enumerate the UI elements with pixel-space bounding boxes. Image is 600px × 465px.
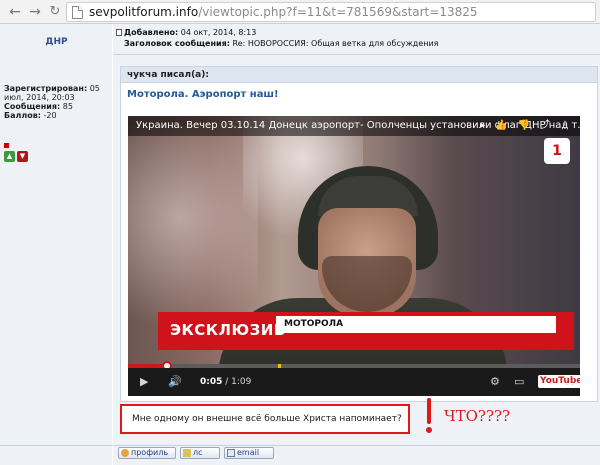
post-icon [116, 29, 122, 36]
exclamation-bar [427, 398, 431, 424]
url-host: sevpolitforum.info [89, 5, 199, 19]
profile-button[interactable]: профиль [118, 447, 176, 459]
channel-logo: 1 [544, 138, 570, 164]
added-value: 04 окт, 2014, 8:13 [180, 28, 257, 37]
post-header: Добавлено: 04 окт, 2014, 8:13 Заголовок … [114, 27, 600, 49]
page: ← → ↻ sevpolitforum.info/viewtopic.php?f… [0, 0, 600, 465]
url-path: /viewtopic.php?f=11&t=781569&start=13825 [198, 5, 478, 19]
flag-icon [4, 143, 9, 148]
reputation-down-icon[interactable]: ▼ [17, 151, 28, 162]
post-body: Добавлено: 04 окт, 2014, 8:13 Заголовок … [114, 24, 600, 465]
page-icon [72, 6, 83, 19]
fullscreen-icon[interactable]: ⛶ [566, 372, 574, 392]
email-button-label: email [237, 448, 260, 457]
divider [0, 445, 113, 446]
divider [114, 445, 600, 446]
registered-label: Зарегистрирован: [4, 84, 88, 93]
pm-button-label: лс [193, 448, 203, 457]
total-time: 1:09 [231, 377, 252, 387]
time-display: 0:05 / 1:09 [200, 377, 252, 387]
current-time: 0:05 [200, 377, 223, 387]
quote-author: чукча писал(а): [121, 67, 597, 83]
added-label: Добавлено: [124, 28, 179, 37]
address-bar[interactable]: sevpolitforum.info/viewtopic.php?f=11&t=… [66, 2, 596, 22]
quote-text: Моторола. Аэропорт наш! [127, 89, 279, 100]
messages-label: Сообщения: [4, 102, 61, 111]
exclamation-mark [426, 398, 432, 434]
email-icon [227, 449, 235, 457]
pm-button[interactable]: лс [180, 447, 220, 459]
subject-label: Заголовок сообщения: [124, 39, 230, 48]
profile-button-label: профиль [131, 448, 169, 457]
forum-post: ДНР Зарегистрирован: 05 июл, 2014, 20:03… [0, 24, 600, 465]
author-panel: ДНР Зарегистрирован: 05 июл, 2014, 20:03… [0, 24, 113, 465]
like-icon[interactable]: 👍 [495, 116, 507, 136]
quote-block: чукча писал(а): Моторола. Аэропорт наш! … [120, 66, 598, 402]
exclamation-dot [426, 427, 432, 433]
theater-icon[interactable]: ▭ [514, 372, 524, 392]
email-button[interactable]: email [224, 447, 274, 459]
annotation-text: ЧТО???? [444, 407, 511, 425]
reply-highlight: Мне одному он внешне всё больше Христа н… [120, 404, 410, 434]
reply-text: Мне одному он внешне всё больше Христа н… [132, 414, 402, 424]
message-icon [183, 449, 191, 457]
browser-toolbar: ← → ↻ sevpolitforum.info/viewtopic.php?f… [0, 0, 600, 24]
video-controls: ▶ 🔊 0:05 / 1:09 ⚙ ▭ YouTube ⛶ [128, 368, 580, 396]
forward-button[interactable]: → [26, 3, 44, 21]
url-text: sevpolitforum.info/viewtopic.php?f=11&t=… [89, 3, 478, 21]
volume-icon[interactable]: 🔊 [168, 372, 182, 392]
gear-icon[interactable]: ⚙ [490, 372, 500, 392]
profile-icon [121, 449, 129, 457]
author-profile-info: Зарегистрирован: 05 июл, 2014, 20:03 Соо… [4, 84, 110, 120]
exclusive-text: ЭКСКЛЮЗИВ [170, 321, 286, 339]
subject-value: Re: НОВОРОССИЯ: Общая ветка для обсужден… [232, 39, 439, 48]
dislike-icon[interactable]: 👎 [518, 116, 530, 136]
divider [114, 54, 600, 55]
name-plate-text: МОТОРОЛА [284, 319, 344, 329]
reputation-up-icon[interactable]: ▲ [4, 151, 15, 162]
back-button[interactable]: ← [6, 3, 24, 21]
share-icon[interactable]: ⤴ [540, 116, 550, 136]
watch-later-icon[interactable]: ▸ [480, 116, 485, 136]
points-label: Баллов: [4, 111, 41, 120]
author-name[interactable]: ДНР [0, 37, 113, 47]
video-actions: ▸ 👍 👎 ⤴ ⋮ [470, 116, 580, 136]
points-value: -20 [43, 111, 57, 120]
reload-button[interactable]: ↻ [46, 3, 64, 21]
more-icon[interactable]: ⋮ [560, 116, 570, 136]
messages-value: 85 [62, 102, 73, 111]
play-icon[interactable]: ▶ [140, 372, 148, 392]
video-player[interactable]: Украина. Вечер 03.10.14 Донецк аэропорт-… [128, 116, 580, 396]
